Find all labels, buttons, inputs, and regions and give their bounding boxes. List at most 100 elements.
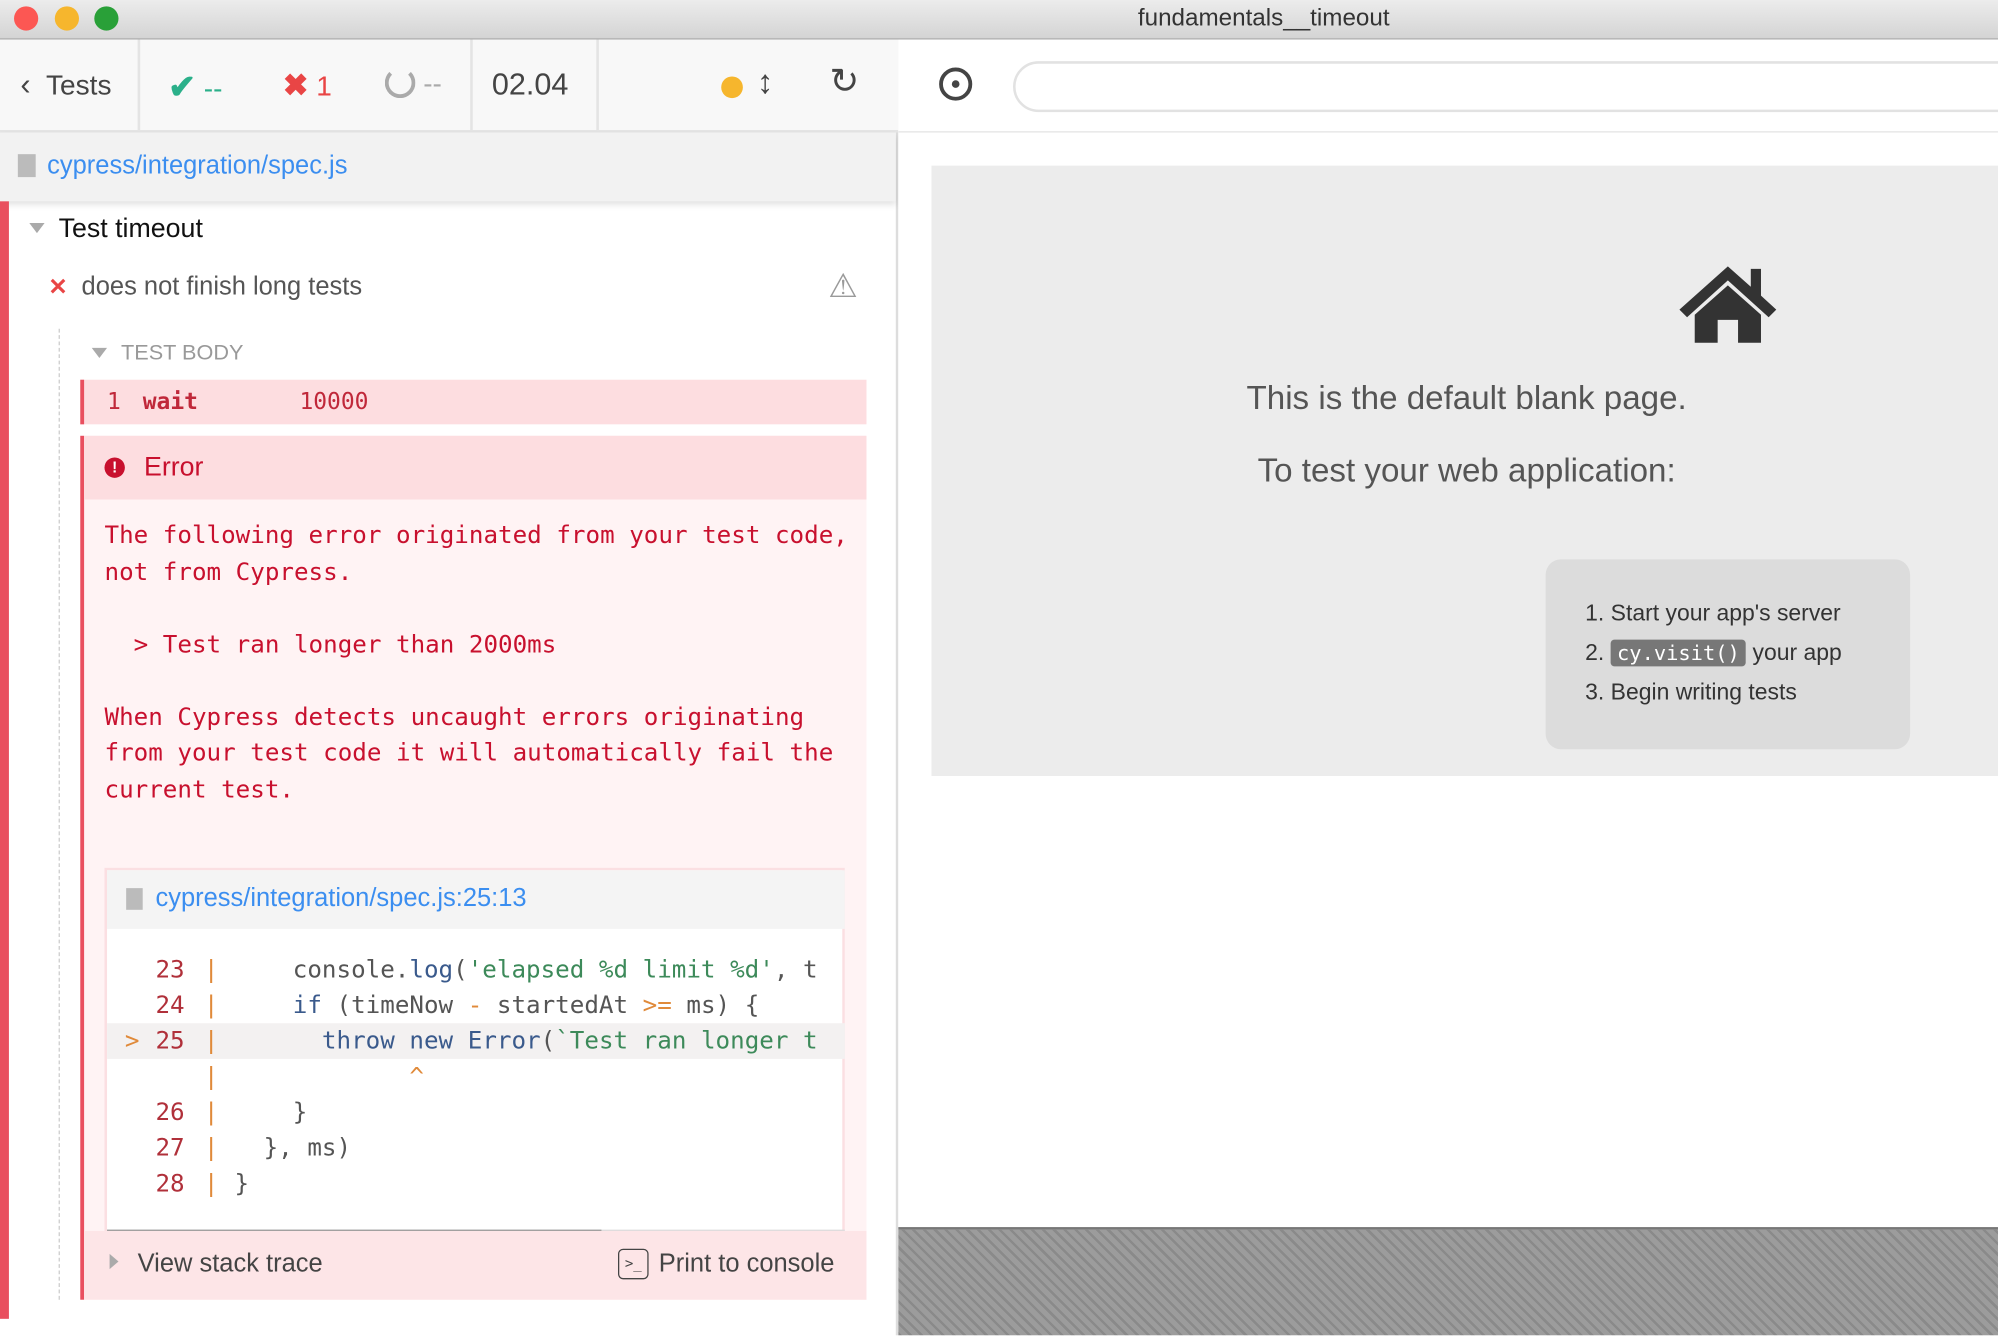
toggle-auto-scroll-button[interactable]: ↕ [757, 62, 774, 102]
selector-playground-crosshair-icon[interactable] [939, 67, 973, 101]
duration: 02.04 [491, 67, 569, 102]
step-text: Start your app's server [1610, 600, 1841, 626]
file-icon [126, 888, 143, 910]
command-number: 1 [107, 388, 121, 416]
minimize-window-button[interactable] [54, 6, 80, 31]
app-preview-panel: This is the default blank page. To test … [898, 39, 1998, 1336]
hook-guide-line [58, 328, 60, 1300]
redo-icon: ↻ [829, 61, 860, 101]
getting-started-steps: 1. Start your app's server 2. cy.visit()… [1545, 559, 1911, 750]
step-number: 3. [1585, 679, 1605, 705]
gutter-separator: | [203, 1098, 219, 1127]
vertical-arrows-icon: ↕ [756, 62, 774, 101]
gutter-separator: | [203, 1062, 219, 1091]
code-token: }, ms) [234, 1134, 352, 1163]
error-message-line: not from Cypress. [104, 557, 353, 586]
error-message-line: The following error originated from your… [104, 521, 848, 550]
code-text: } [234, 1095, 308, 1131]
caret-down-icon [91, 347, 108, 366]
gutter-separator: | [203, 1169, 219, 1198]
code-frame-file-link[interactable]: cypress/integration/spec.js:25:13 [155, 884, 526, 913]
line-number: 28 [155, 1169, 185, 1198]
error-message-line [104, 663, 847, 699]
error-panel: ! Error The following error originated f… [80, 435, 867, 1300]
code-text: } [234, 1166, 249, 1202]
close-window-button[interactable] [14, 6, 39, 31]
warning-icon[interactable]: ⚠ [828, 266, 858, 306]
code-text: }, ms) [234, 1130, 351, 1166]
stack-trace-label: View stack trace [137, 1250, 323, 1279]
error-message-line: current test. [104, 775, 294, 804]
window-title-bar: fundamentals__timeout [0, 0, 1998, 40]
chevron-left-icon: ‹ [20, 67, 31, 102]
pending-count[interactable]: -- [384, 67, 442, 101]
window-title: fundamentals__timeout [1137, 5, 1390, 32]
blank-page-subheading: To test your web application: [1257, 451, 1676, 490]
reporter-toolbar: ‹ Tests ✔ -- ✖ 1 -- 02.04 ↕ ↻ [0, 39, 899, 133]
passed-count[interactable]: ✔ -- [168, 68, 222, 108]
line-number: 24 [155, 991, 185, 1020]
error-message-line: from your test code it will automaticall… [104, 739, 834, 768]
code-token: } [234, 1169, 250, 1198]
gutter-separator: | [203, 1134, 219, 1163]
code-token: Error [467, 1027, 541, 1056]
error-title: Error [143, 452, 204, 482]
caret-down-icon [29, 222, 45, 241]
line-number: 27 [155, 1134, 185, 1163]
check-icon: ✔ [168, 67, 196, 106]
code-token: console. [234, 955, 410, 984]
code-snippet: cy.visit() [1610, 639, 1747, 667]
code-frame: cypress/integration/spec.js:25:13 23 | co… [104, 867, 845, 1251]
gutter-separator: | [203, 991, 219, 1020]
home-icon [1679, 266, 1777, 343]
zoom-window-button[interactable] [94, 6, 119, 31]
command-name: wait [142, 388, 198, 416]
divider [137, 39, 141, 133]
passed-value: -- [203, 72, 223, 105]
code-line: 27 | }, ms) [107, 1130, 845, 1166]
code-token: >= [642, 991, 672, 1020]
divider [596, 39, 599, 133]
default-blank-page: This is the default blank page. To test … [931, 165, 1998, 777]
error-message-line: > Test ran longer than 2000ms [104, 630, 557, 659]
line-number: 26 [155, 1098, 185, 1127]
code-text: throw new Error(`Test ran longer t [234, 1023, 818, 1059]
gutter-separator: | [203, 1027, 219, 1056]
suite-row[interactable]: Test timeout [25, 213, 866, 249]
error-footer: View stack trace >_ Print to console [84, 1230, 867, 1300]
code-token: (timeNow [321, 991, 468, 1020]
terminal-icon: >_ [618, 1248, 649, 1280]
code-line: | ^ [107, 1059, 845, 1095]
step-number: 2. [1585, 639, 1605, 666]
code-token: ^ [409, 1062, 424, 1091]
step-item: 1. Start your app's server [1585, 600, 1841, 627]
exclamation-circle-icon: ! [104, 457, 125, 478]
url-input[interactable] [1013, 61, 1998, 113]
divider [470, 39, 473, 133]
error-header: ! Error [84, 435, 867, 500]
command-row-wait[interactable]: 1 wait 10000 [80, 379, 867, 425]
step-text: your app [1752, 639, 1842, 666]
code-token: throw [321, 1027, 395, 1056]
reporter-panel: ‹ Tests ✔ -- ✖ 1 -- 02.04 ↕ ↻ cypress/in… [0, 39, 899, 1336]
code-token: log [409, 955, 454, 984]
step-item: 2. cy.visit() your app [1585, 639, 1842, 667]
code-text: if (timeNow - startedAt >= ms) { [234, 988, 760, 1024]
test-row[interactable]: ✕ does not finish long tests ⚠ [46, 266, 867, 307]
failed-count[interactable]: ✖ 1 [283, 68, 332, 105]
code-token: `Test ran longer t [555, 1027, 818, 1056]
code-token: } [234, 1098, 308, 1127]
code-line: 23 | console.log('elapsed %d limit %d', t [107, 952, 845, 988]
code-token: 'elapsed %d limit %d' [467, 955, 774, 984]
code-line: 24 | if (timeNow - startedAt >= ms) { [107, 988, 845, 1024]
back-to-tests-button[interactable]: ‹ Tests [20, 68, 111, 104]
rerun-button[interactable]: ↻ [830, 60, 860, 102]
code-text: console.log('elapsed %d limit %d', t [234, 952, 818, 988]
viewport-background [898, 1227, 1998, 1336]
failed-value: 1 [316, 70, 332, 102]
x-icon: ✕ [48, 273, 68, 300]
code-line: 28 |} [107, 1166, 845, 1202]
spec-path-link[interactable]: cypress/integration/spec.js [47, 152, 347, 181]
